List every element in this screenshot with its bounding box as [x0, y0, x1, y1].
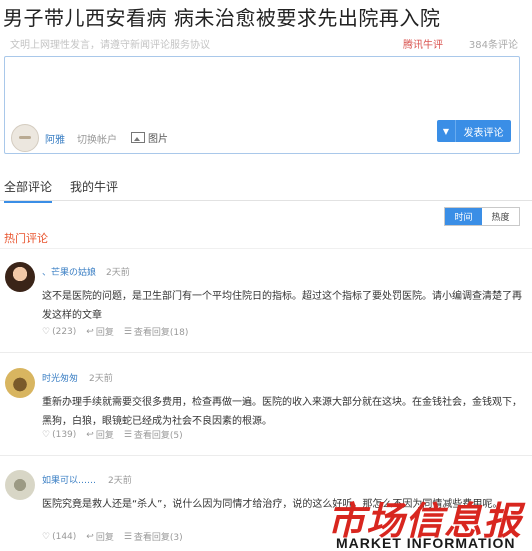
like-count: (223)	[52, 326, 77, 337]
tab-all-comments[interactable]: 全部评论	[4, 178, 53, 203]
view-replies-button[interactable]: ☰ 查看回复(3)	[123, 530, 183, 544]
comment-actions: ♡ (139) ↩ 回复 ☰ 查看回复(5)	[42, 428, 183, 442]
thumbs-up-icon: ♡	[42, 326, 51, 337]
view-replies-button[interactable]: ☰ 查看回复(18)	[123, 325, 189, 339]
hot-comments-heading: 热门评论	[4, 232, 48, 245]
replies-icon: ☰	[123, 531, 132, 542]
sort-toggle: 时间 热度	[444, 207, 520, 226]
like-button[interactable]: ♡ (223)	[42, 325, 76, 338]
editor-toolbar: 阿雅 切换帐户 图片 ▼ 发表评论	[5, 119, 519, 153]
submit-comment-button[interactable]: ▼ 发表评论	[437, 120, 511, 142]
reply-icon: ↩	[86, 326, 94, 337]
sort-by-time-button[interactable]: 时间	[445, 208, 482, 225]
view-replies-label: 查看回复(5)	[133, 431, 183, 441]
comment-policy-notice[interactable]: 文明上网理性发言，请遵守新闻评论服务协议	[10, 36, 210, 51]
reply-button[interactable]: ↩ 回复	[86, 325, 114, 339]
watermark-english: MARKET INFORMATION	[336, 535, 516, 551]
view-replies-label: 查看回复(18)	[133, 328, 189, 338]
caret-down-icon[interactable]: ▼	[437, 120, 456, 142]
article-title: 男子带儿西安看病 病未治愈被要求先出院再入院	[3, 6, 441, 30]
username-link[interactable]: 阿雅	[45, 131, 65, 146]
user-avatar[interactable]	[11, 124, 39, 152]
insert-picture-button[interactable]: 图片	[131, 130, 168, 145]
like-count: (144)	[52, 531, 77, 542]
reply-button[interactable]: ↩ 回复	[86, 530, 114, 544]
insert-picture-label: 图片	[148, 134, 168, 145]
comment-editor: 阿雅 切换帐户 图片 ▼ 发表评论	[4, 56, 520, 154]
picture-icon	[131, 132, 145, 143]
comment-text: 重新办理手续就需要交很多费用，检查再做一遍。医院的收入来源大部分就在这块。在金钱…	[42, 397, 522, 427]
comment-textarea[interactable]	[5, 57, 519, 119]
reply-button[interactable]: ↩ 回复	[86, 428, 114, 442]
comment-time: 2天前	[108, 476, 132, 486]
divider	[0, 455, 532, 456]
thumbs-up-icon: ♡	[42, 531, 51, 542]
reply-icon: ↩	[86, 531, 94, 542]
reply-label: 回复	[95, 431, 114, 441]
tab-my-comments[interactable]: 我的牛评	[70, 178, 118, 201]
comment-tabs: 全部评论 我的牛评	[0, 176, 532, 203]
commenter-avatar[interactable]	[5, 262, 35, 292]
reply-label: 回复	[95, 533, 114, 543]
view-replies-label: 查看回复(3)	[133, 533, 183, 543]
comment-count: 384条评论	[468, 40, 518, 51]
commenter-name[interactable]: 如果可以……	[42, 473, 96, 486]
comment-time: 2天前	[89, 374, 113, 384]
divider	[0, 352, 532, 353]
comment-time: 2天前	[106, 268, 130, 278]
sort-by-hot-button[interactable]: 热度	[482, 208, 519, 225]
like-count: (139)	[52, 429, 77, 440]
commenter-name[interactable]: 时光匆匆	[42, 371, 78, 384]
view-replies-button[interactable]: ☰ 查看回复(5)	[123, 428, 183, 442]
submit-comment-label: 发表评论	[463, 127, 504, 139]
commenter-avatar[interactable]	[5, 368, 35, 398]
replies-icon: ☰	[123, 429, 132, 440]
comment-actions: ♡ (223) ↩ 回复 ☰ 查看回复(18)	[42, 325, 189, 339]
newspaper-watermark: 市场信息报 MARKET INFORMATION	[327, 488, 530, 551]
comment-text: 这不是医院的问题，是卫生部门有一个平均住院日的指标。超过这个指标了要处罚医院。请…	[42, 291, 522, 321]
brand-link[interactable]: 腾讯牛评	[403, 36, 443, 51]
like-button[interactable]: ♡ (144)	[42, 530, 76, 543]
reply-icon: ↩	[86, 429, 94, 440]
like-button[interactable]: ♡ (139)	[42, 428, 76, 441]
thumbs-up-icon: ♡	[42, 429, 51, 440]
switch-account-link[interactable]: 切换帐户	[77, 131, 117, 146]
commenter-name[interactable]: 、芒果の姑娘	[42, 265, 96, 278]
reply-label: 回复	[95, 328, 114, 338]
commenter-avatar[interactable]	[5, 470, 35, 500]
comment-actions: ♡ (144) ↩ 回复 ☰ 查看回复(3)	[42, 530, 183, 544]
replies-icon: ☰	[123, 326, 132, 337]
divider	[0, 248, 532, 249]
comment-meta-row: 文明上网理性发言，请遵守新闻评论服务协议 腾讯牛评 384条评论	[10, 36, 522, 52]
